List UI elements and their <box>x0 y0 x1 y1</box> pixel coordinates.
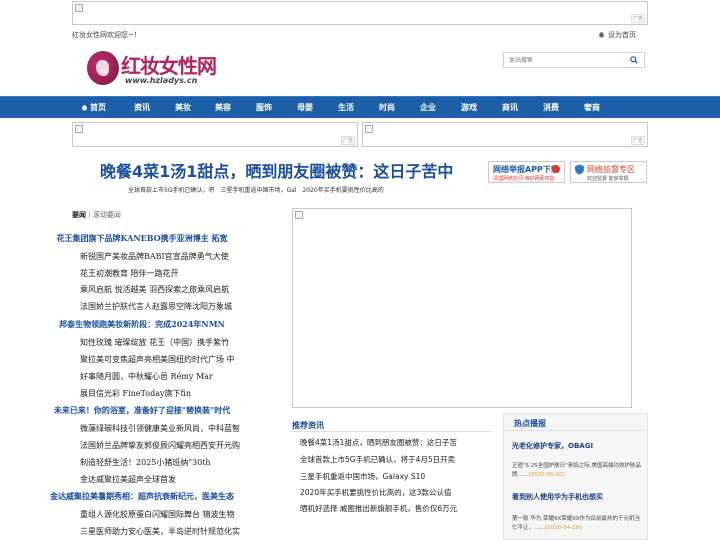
news-item[interactable]: 微藻绿碳科技引领健康美业新风尚，中科蓝智 <box>80 423 240 434</box>
news-title[interactable]: 要闻 <box>72 211 86 219</box>
nav-item-business[interactable]: 商讯 <box>502 97 518 118</box>
logo-text: 红妆女性网 <box>121 54 217 78</box>
top-banner-ad[interactable]: 广告 <box>72 1 648 25</box>
recommend-item[interactable]: 晒机好选择 威图推出新旗舰手机，售价仅6万元 <box>300 503 457 514</box>
hot-news-title: 热点播报 <box>514 419 546 428</box>
recommend-item[interactable]: 2020年买手机要挑性价比高的，这3款公认值 <box>300 487 451 498</box>
recommend-title: 推荐资讯 <box>292 421 324 430</box>
nav-item-life[interactable]: 生活 <box>338 97 354 118</box>
scroll-news-tab[interactable]: 滚动要闻 <box>93 211 121 219</box>
shield-icon <box>575 164 584 175</box>
news-item[interactable]: 乘风启航 悦活越美 羽西探索之旅乘风启航 <box>80 284 229 295</box>
site-logo[interactable]: 红妆女性网 www.hzladys.cn <box>87 50 217 90</box>
news-item[interactable]: 知性玫瑰 璀璨绽放 花王（中国）携手紫竹 <box>80 337 229 348</box>
report-app-subtitle: 清理网络空间 维护网民权益 <box>493 176 555 182</box>
set-home-link[interactable]: 设为首页 <box>598 30 636 40</box>
search-icon[interactable] <box>630 56 638 64</box>
news-item[interactable]: 三星医师助力安心医美，半岛逆时针规范化实 <box>80 526 240 537</box>
news-item[interactable]: 金达威聚拉美超声全球首发 <box>80 474 176 485</box>
news-item-highlight[interactable]: 金达威聚拉美暑期秀相：超声抗衰新纪元，医美生态 <box>0 491 284 502</box>
news-item[interactable]: 新锐国产美妆品牌BABI官宣品牌勇气大使 <box>80 251 229 262</box>
hot-item-headline[interactable]: 光老化修护专家，OBAGI <box>512 441 593 451</box>
broken-image-icon <box>75 125 83 133</box>
supervision-zone-badge[interactable]: 网络监督专区 欢迎监督 能获举报 <box>570 161 647 183</box>
nav-item-luxury[interactable]: 奢商 <box>584 97 600 118</box>
headline-subtitle[interactable]: 全球首款上市5G手机已确认，将 三星手机重返中国市场，Gal 2020年买手机要… <box>128 185 384 194</box>
hot-item-summary: 正值"5.25全国护肤日"来临之际,美国高端功效护肤品牌……[2020-05-2… <box>512 462 642 480</box>
home-icon <box>81 104 88 111</box>
main-nav: 首页 资讯 美妆 美容 服饰 母婴 生活 时尚 企业 游戏 商讯 消费 奢商 <box>0 96 720 118</box>
hot-news-divider <box>504 430 647 431</box>
nav-item-baby[interactable]: 母婴 <box>297 97 313 118</box>
hot-item-date: [2020-04-20] <box>545 525 582 531</box>
nav-item-home[interactable]: 首页 <box>81 97 106 118</box>
home-icon <box>598 31 605 38</box>
recommend-divider <box>292 431 492 432</box>
hot-item-headline[interactable]: 看到别人使用华为手机也想买 <box>512 492 603 502</box>
search-box <box>503 52 645 68</box>
news-item-highlight[interactable]: 花王集团旗下品牌KANEBO携手亚洲博主 拓宽 <box>0 233 284 244</box>
broken-image-icon <box>295 211 303 219</box>
news-separator: | <box>88 211 91 219</box>
nav-item-beauty[interactable]: 美容 <box>215 97 231 118</box>
nav-item-fashion[interactable]: 服饰 <box>256 97 272 118</box>
recommend-item[interactable]: 全球首款上市5G手机已确认，将于4月5日开卖 <box>300 454 455 465</box>
broken-image-icon <box>365 125 373 133</box>
news-item-highlight[interactable]: 未来已来！你的浴室，准备好了迎接"替换装"时代 <box>0 405 284 416</box>
news-item[interactable]: 法国娇兰品牌挚友郭俊辰闪耀亮相西安开元购 <box>80 440 240 451</box>
logo-emblem-icon <box>87 51 119 85</box>
banner-ad-right[interactable]: 广告 <box>362 122 648 147</box>
nav-label: 首页 <box>90 103 106 112</box>
banner-ad-left[interactable]: 广告 <box>72 122 358 147</box>
nav-item-enterprise[interactable]: 企业 <box>420 97 436 118</box>
ad-label: 广告 <box>630 136 645 145</box>
download-icon <box>552 165 560 173</box>
ad-label: 广告 <box>630 14 645 23</box>
set-home-label: 设为首页 <box>608 31 636 39</box>
news-item[interactable]: 重组人源化胶原蛋白闪耀国际舞台 锦波生物 <box>80 509 235 520</box>
news-item[interactable]: 法国娇兰护肤代言人赵露思空降沈阳万象城 <box>80 301 232 312</box>
news-item[interactable]: 花王初潮教育 陪伴一路花开 <box>80 268 179 279</box>
recommend-item[interactable]: 晚餐4菜1汤1甜点，晒到朋友圈被赞：这日子苦 <box>300 437 457 448</box>
news-item[interactable]: 聚拉美可变焦超声亮相美国纽约时代广场 中 <box>80 354 235 365</box>
report-app-badge[interactable]: 网络举报APP下载 清理网络空间 维护网民权益 <box>488 161 565 183</box>
hot-item-summary: 第一款 华为 荣耀9X荣耀9X作为目前最热的千元机当仁不让，……[2020-04… <box>512 515 642 533</box>
nav-item-games[interactable]: 游戏 <box>461 97 477 118</box>
nav-item-consume[interactable]: 消费 <box>543 97 559 118</box>
news-item[interactable]: 制造轻舒生活！2025小猪班纳"30th <box>80 457 211 468</box>
hot-news-panel: 热点播报 光老化修护专家，OBAGI 正值"5.25全国护肤日"来临之际,美国高… <box>503 413 648 540</box>
nav-item-trend[interactable]: 时尚 <box>379 97 395 118</box>
ad-label: 广告 <box>340 136 355 145</box>
nav-item-news[interactable]: 资讯 <box>134 97 150 118</box>
supervision-zone-subtitle: 欢迎监督 能获举报 <box>587 176 629 182</box>
welcome-text: 红妆女性网欢迎您~！ <box>72 31 141 39</box>
supervision-zone-title: 网络监督专区 <box>587 165 635 174</box>
logo-url: www.hzladys.cn <box>125 76 198 85</box>
headline-link[interactable]: 晚餐4菜1汤1甜点，晒到朋友圈被赞：这日子苦中 <box>100 158 453 182</box>
hot-item-date: [2020-05-20] <box>528 472 565 478</box>
recommend-item[interactable]: 三星手机重返中国市场，Galaxy S10 <box>300 471 425 482</box>
news-item-highlight[interactable]: 邦泰生物领跑美妆新阶段：完成2024年NMN <box>0 319 284 330</box>
news-section-header: 要闻 | 滚动要闻 <box>72 210 121 220</box>
search-input[interactable] <box>504 53 626 67</box>
featured-image[interactable] <box>292 208 632 408</box>
news-item[interactable]: 好事随月圆，中秋耀心邑 Rémy Mar <box>80 371 213 382</box>
broken-image-icon <box>75 4 83 12</box>
report-app-title: 网络举报APP下载 <box>493 165 559 174</box>
nav-item-makeup[interactable]: 美妆 <box>175 97 191 118</box>
news-item[interactable]: 展目信光彩 FineToday旗下fin <box>80 388 191 399</box>
